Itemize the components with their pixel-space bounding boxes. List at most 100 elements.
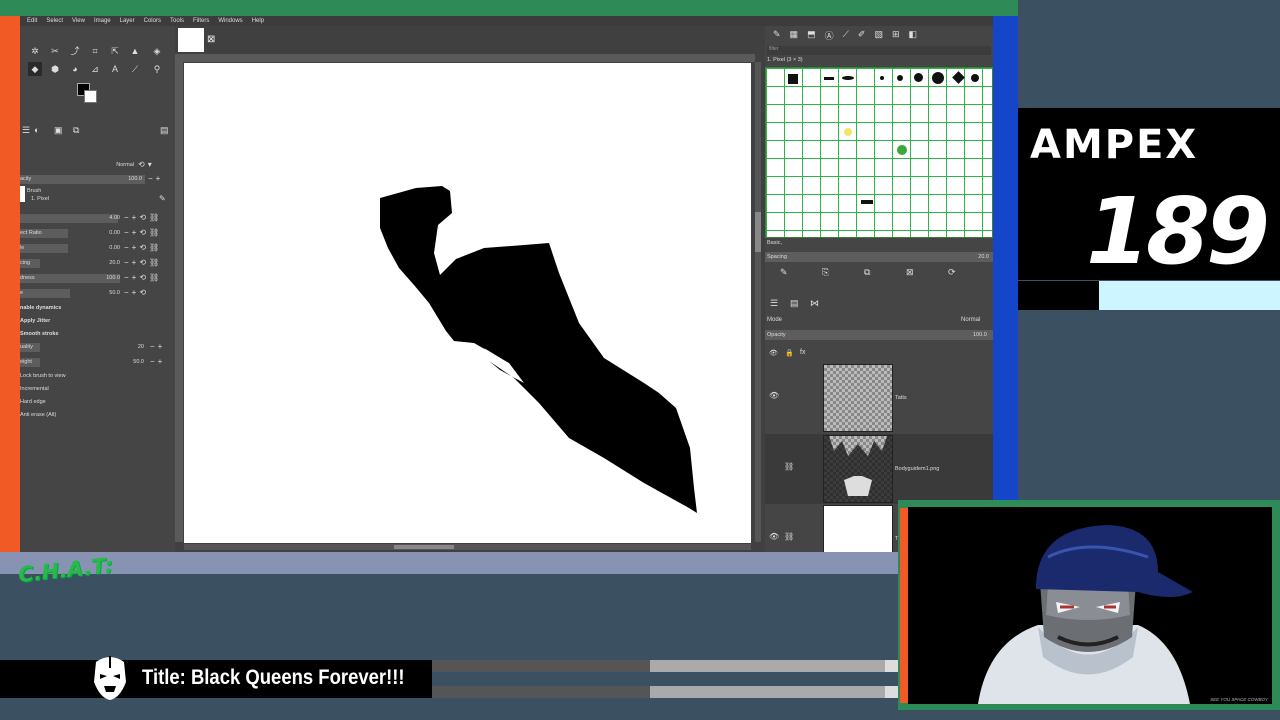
apply-jitter-checkbox[interactable]: Apply Jitter (20, 318, 50, 324)
tool-presets-tab-icon[interactable]: ⊞ (892, 29, 900, 41)
layer-name[interactable]: Bodyguidem1.png (895, 466, 939, 472)
paths-icon[interactable]: ⤴ (68, 44, 82, 58)
aspect-ratio-row[interactable]: ect Ratio 0.00 −+⟲⛓ (20, 228, 175, 239)
menu-image[interactable]: Image (94, 18, 111, 24)
channels-tab-icon[interactable]: ▤ (790, 298, 799, 309)
tab-images-icon[interactable]: ⧉ (73, 125, 79, 136)
menu-layer[interactable]: Layer (120, 18, 135, 24)
smooth-stroke-checkbox[interactable]: Smooth stroke (20, 331, 59, 337)
vertical-scrollbar[interactable] (755, 62, 761, 542)
brush-color[interactable] (844, 128, 852, 136)
quality-stepper-icon[interactable]: −+ (150, 342, 165, 351)
horizontal-scrollbar[interactable] (184, 544, 751, 550)
brush-xlarge[interactable] (932, 72, 944, 84)
menu-select[interactable]: Select (46, 18, 63, 24)
gradient-editor-tab-icon[interactable]: ◧ (909, 29, 918, 41)
layer-name[interactable]: Tatts (895, 395, 907, 401)
layer-item[interactable]: 👁 Tatts (765, 363, 993, 433)
mode-value[interactable]: Normal (104, 162, 134, 168)
size-stepper-icon[interactable]: −+⟲⛓ (124, 213, 162, 222)
opacity-stepper-icon[interactable]: −+ (148, 174, 163, 183)
delete-brush-icon[interactable]: ⊠ (906, 267, 914, 278)
text-tool-icon[interactable]: A (108, 62, 122, 76)
brush-texture[interactable] (861, 200, 873, 204)
aspect-stepper-icon[interactable]: −+⟲⛓ (124, 228, 162, 237)
gradients-tab-icon[interactable]: ⬒ (807, 29, 816, 41)
brush-pixel[interactable] (788, 74, 798, 84)
fonts-tab-icon[interactable]: Ⓐ (825, 29, 834, 41)
bucket-fill-icon[interactable]: ◈ (150, 44, 164, 58)
paths-tab-icon[interactable]: ⋈ (810, 298, 819, 309)
paint-dynamics-tab-icon[interactable]: ⟋ (843, 29, 849, 41)
menu-colors[interactable]: Colors (144, 18, 161, 24)
mode-row[interactable]: Normal ⟲▾ (20, 160, 175, 171)
menu-edit[interactable]: Edit (27, 18, 37, 24)
brush-round[interactable] (971, 74, 979, 82)
weight-stepper-icon[interactable]: −+ (150, 357, 165, 366)
brush-grid[interactable] (765, 67, 993, 238)
brushes-tab-icon[interactable]: ✎ (773, 29, 781, 41)
hardness-stepper-icon[interactable]: −+⟲⛓ (124, 273, 162, 282)
brush-large[interactable] (914, 73, 923, 82)
tab-undo-icon[interactable]: ▣ (54, 125, 63, 136)
fuzzy-select-icon[interactable]: ✲ (28, 44, 42, 58)
scissors-icon[interactable]: ✂ (48, 44, 62, 58)
layers-tab-icon[interactable]: ☰ (770, 298, 778, 309)
lock-brush-checkbox[interactable]: Lock brush to view (20, 373, 66, 379)
brush-green[interactable] (897, 145, 907, 155)
menu-tools[interactable]: Tools (170, 18, 184, 24)
brush-medium[interactable] (897, 75, 903, 81)
palettes-tab-icon[interactable]: ▧ (874, 29, 883, 41)
menu-help[interactable]: Help (252, 18, 264, 24)
warp-icon[interactable]: ▲ (128, 44, 142, 58)
force-stepper-icon[interactable]: −+⟲ (124, 288, 149, 297)
brush-line[interactable] (824, 77, 834, 80)
opacity-row[interactable]: acity 100.0 −+ (20, 174, 175, 185)
brush-spacing-slider[interactable]: Spacing 20.0 (765, 252, 993, 262)
tab-menu-icon[interactable]: ▤ (160, 125, 169, 136)
quality-row[interactable]: uality 20 −+ (20, 342, 175, 353)
spacing-stepper-icon[interactable]: −+⟲⛓ (124, 258, 162, 267)
mode-reset-icon[interactable]: ⟲▾ (138, 160, 155, 169)
drawing-canvas[interactable] (184, 63, 751, 543)
measure-icon[interactable]: ⊿ (88, 62, 102, 76)
menu-view[interactable]: View (72, 18, 85, 24)
force-row[interactable]: e 50.0 −+⟲ (20, 288, 175, 299)
layer-mode-row[interactable]: Mode Normal (765, 316, 993, 326)
mypaint-tab-icon[interactable]: ✐ (858, 29, 866, 41)
refresh-brushes-icon[interactable]: ⟳ (948, 267, 956, 278)
visibility-lock-icon[interactable]: 👁 (769, 349, 778, 357)
layer-chain-icon[interactable]: ⛓ (784, 462, 794, 471)
close-image-icon[interactable]: ⊠ (207, 34, 215, 45)
brush-edit-icon[interactable]: ✎ (159, 194, 169, 203)
brush-oval[interactable] (842, 76, 854, 80)
incremental-checkbox[interactable]: Incremental (20, 386, 49, 392)
layer-chain-icon[interactable]: ⛓ (784, 532, 794, 541)
angle-row[interactable]: le 0.00 −+⟲⛓ (20, 243, 175, 254)
layer-visibility-icon[interactable]: 👁 (769, 532, 779, 541)
spacing-row[interactable]: cing 20.0 −+⟲⛓ (20, 258, 175, 269)
hard-edge-checkbox[interactable]: Hard edge (20, 399, 46, 405)
lock-icon[interactable]: 🔒 (785, 349, 794, 357)
hardness-row[interactable]: dness 100.0 −+⟲⛓ (20, 273, 175, 284)
brush-name-row[interactable]: 1. Pixel ✎ (20, 194, 175, 205)
anti-erase-checkbox[interactable]: Anti erase (Alt) (20, 412, 56, 418)
brush-filter-input[interactable]: filter (767, 46, 991, 55)
size-row[interactable]: 4.00 −+⟲⛓ (20, 213, 175, 224)
angle-stepper-icon[interactable]: −+⟲⛓ (124, 243, 162, 252)
layer-opacity-slider[interactable]: Opacity 100.0 (765, 330, 993, 340)
crop-icon[interactable]: ⌗ (88, 44, 102, 58)
tab-device-icon[interactable]: ☰ (22, 125, 30, 136)
patterns-tab-icon[interactable]: ▦ (790, 29, 799, 41)
smudge-icon[interactable]: ◕ (68, 62, 82, 76)
fx-icon[interactable]: fx (800, 349, 805, 356)
layer-visibility-icon[interactable]: 👁 (769, 391, 779, 400)
menu-filters[interactable]: Filters (193, 18, 209, 24)
color-picker-icon[interactable]: ⟋ (128, 62, 142, 76)
image-tab-thumbnail[interactable] (178, 28, 204, 52)
fg-bg-color-swatch[interactable] (77, 83, 97, 103)
layer-mode-value[interactable]: Normal (961, 317, 980, 323)
duplicate-brush-icon[interactable]: ⧉ (864, 267, 870, 278)
new-brush-icon[interactable]: ⎘ (822, 267, 829, 278)
weight-row[interactable]: eight 50.0 −+ (20, 357, 175, 368)
